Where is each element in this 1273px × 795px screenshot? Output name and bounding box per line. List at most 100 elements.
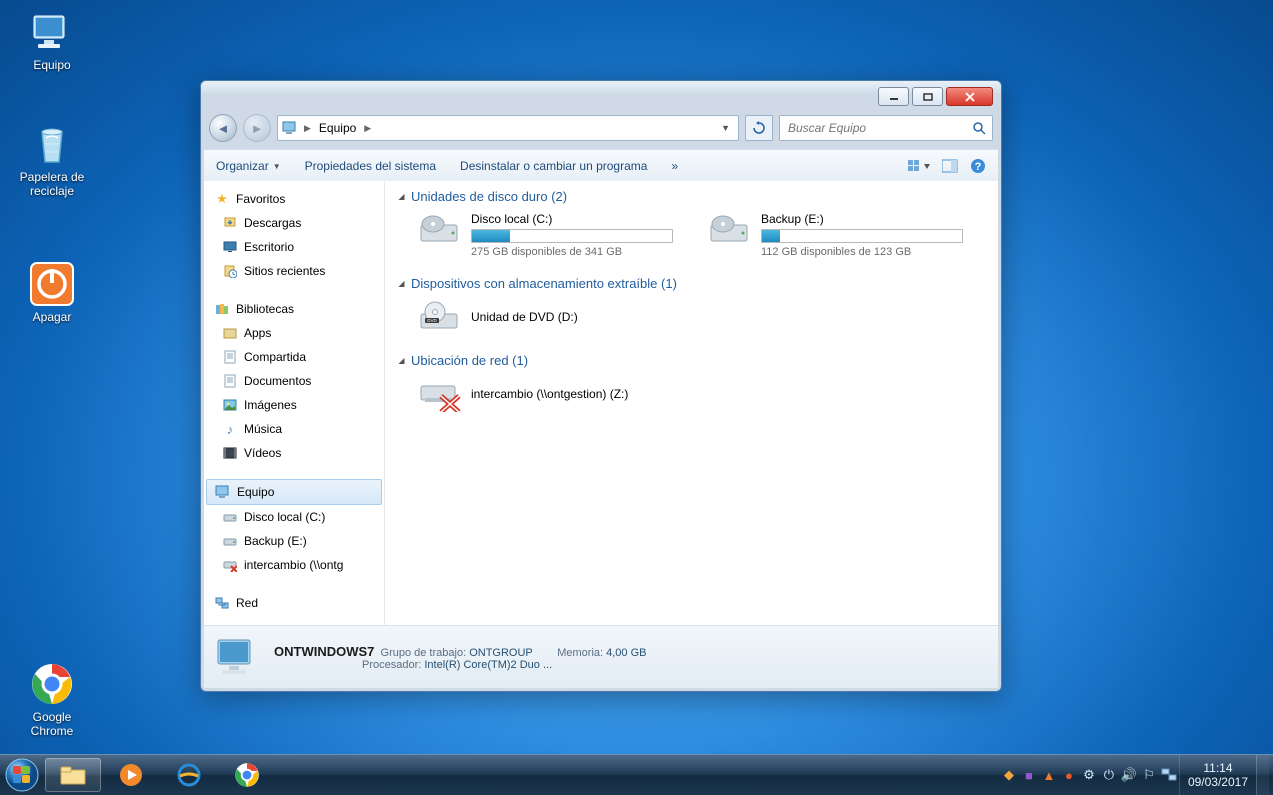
taskbar-clock[interactable]: 11:14 09/03/2017 bbox=[1179, 755, 1256, 795]
tray-icon[interactable]: ⚙ bbox=[1080, 766, 1098, 784]
tray-icon[interactable]: ▲ bbox=[1040, 766, 1058, 784]
svg-text:?: ? bbox=[975, 161, 982, 173]
category-hdd-header[interactable]: ◢Unidades de disco duro (2) bbox=[397, 189, 986, 204]
system-tray: ◆ ■ ▲ ● ⚙ ⏻ 🔊 ⚐ 11:14 09/03/2017 bbox=[995, 755, 1273, 795]
network-drive-disconnected-icon bbox=[222, 557, 238, 573]
sidebar-item-videos[interactable]: Vídeos bbox=[204, 441, 384, 465]
shutdown-icon bbox=[28, 260, 76, 308]
address-bar[interactable]: ▶ Equipo ▶ ▼ bbox=[277, 115, 739, 141]
clock-date: 09/03/2017 bbox=[1188, 775, 1248, 789]
computer-name: ONTWINDOWS7 bbox=[274, 644, 374, 659]
sidebar-item-drive-c[interactable]: Disco local (C:) bbox=[204, 505, 384, 529]
nav-back-button[interactable]: ◄ bbox=[209, 114, 237, 142]
desktop-icon-chrome[interactable]: Google Chrome bbox=[14, 660, 90, 738]
memory-value: 4,00 GB bbox=[606, 647, 646, 659]
tray-volume-icon[interactable]: 🔊 bbox=[1120, 766, 1138, 784]
sidebar-item-shared[interactable]: Compartida bbox=[204, 345, 384, 369]
taskbar: ◆ ■ ▲ ● ⚙ ⏻ 🔊 ⚐ 11:14 09/03/2017 bbox=[0, 754, 1273, 795]
sidebar-item-downloads[interactable]: Descargas bbox=[204, 211, 384, 235]
taskbar-mediaplayer-button[interactable] bbox=[103, 758, 159, 792]
sidebar-favorites-header[interactable]: ★Favoritos bbox=[204, 187, 384, 211]
navigation-pane: ★Favoritos Descargas Escritorio Sitios r… bbox=[204, 181, 385, 633]
refresh-button[interactable] bbox=[745, 115, 773, 141]
clock-time: 11:14 bbox=[1203, 761, 1232, 775]
desktop-icon-computer[interactable]: Equipo bbox=[14, 8, 90, 72]
drive-item-dvd[interactable]: DVD Unidad de DVD (D:) bbox=[397, 299, 986, 335]
sidebar-item-recent[interactable]: Sitios recientes bbox=[204, 259, 384, 283]
help-button[interactable]: ? bbox=[970, 158, 986, 174]
tray-icon[interactable]: ◆ bbox=[1000, 766, 1018, 784]
libraries-icon bbox=[214, 301, 230, 317]
collapse-triangle-icon: ◢ bbox=[397, 279, 406, 288]
search-icon bbox=[972, 121, 986, 135]
close-button[interactable] bbox=[946, 87, 993, 106]
nav-forward-button[interactable]: ► bbox=[243, 114, 271, 142]
tray-icon[interactable]: ■ bbox=[1020, 766, 1038, 784]
maximize-button[interactable] bbox=[912, 87, 943, 106]
address-dropdown-icon[interactable]: ▼ bbox=[717, 123, 734, 133]
toolbar-uninstall-program[interactable]: Desinstalar o cambiar un programa bbox=[460, 159, 647, 173]
taskbar-ie-button[interactable] bbox=[161, 758, 217, 792]
preview-pane-button[interactable] bbox=[942, 159, 958, 173]
taskbar-chrome-button[interactable] bbox=[219, 758, 275, 792]
hdd-large-icon bbox=[709, 212, 751, 248]
svg-text:DVD: DVD bbox=[427, 318, 437, 323]
apps-icon bbox=[222, 325, 238, 341]
sidebar-computer-header[interactable]: Equipo bbox=[206, 479, 382, 505]
search-box[interactable] bbox=[779, 115, 993, 141]
drive-free-text: 275 GB disponibles de 341 GB bbox=[471, 246, 679, 258]
drive-name: Disco local (C:) bbox=[471, 212, 679, 226]
start-button[interactable] bbox=[0, 755, 44, 795]
drive-free-text: 112 GB disponibles de 123 GB bbox=[761, 246, 969, 258]
content-pane: ◢Unidades de disco duro (2) Disco local … bbox=[385, 181, 998, 633]
dvd-drive-icon: DVD bbox=[419, 299, 461, 335]
show-desktop-button[interactable] bbox=[1256, 755, 1269, 795]
cpu-value: Intel(R) Core(TM)2 Duo ... bbox=[424, 659, 552, 671]
recycle-bin-icon bbox=[28, 120, 76, 168]
drive-item-e[interactable]: Backup (E:) 112 GB disponibles de 123 GB bbox=[709, 212, 969, 258]
sidebar-item-music[interactable]: ♪Música bbox=[204, 417, 384, 441]
minimize-button[interactable] bbox=[878, 87, 909, 106]
computer-small-icon bbox=[215, 484, 231, 500]
breadcrumb-item[interactable]: Equipo bbox=[313, 116, 362, 140]
video-icon bbox=[222, 445, 238, 461]
search-input[interactable] bbox=[786, 120, 950, 136]
view-options-button[interactable] bbox=[908, 159, 930, 173]
tray-icon[interactable]: ● bbox=[1060, 766, 1078, 784]
network-location-item[interactable]: intercambio (\\ontgestion) (Z:) bbox=[397, 376, 986, 412]
collapse-triangle-icon: ◢ bbox=[397, 356, 406, 365]
category-network-header[interactable]: ◢Ubicación de red (1) bbox=[397, 353, 986, 368]
sidebar-item-desktop[interactable]: Escritorio bbox=[204, 235, 384, 259]
toolbar-more[interactable]: » bbox=[671, 159, 678, 173]
toolbar: Organizar ▼ Propiedades del sistema Desi… bbox=[204, 149, 998, 183]
taskbar-explorer-button[interactable] bbox=[45, 758, 101, 792]
star-icon: ★ bbox=[214, 191, 230, 207]
desktop-icon-label: Equipo bbox=[14, 58, 90, 72]
desktop-icon-label: Apagar bbox=[14, 310, 90, 324]
sidebar-item-drive-z[interactable]: intercambio (\\ontg bbox=[204, 553, 384, 577]
drive-item-c[interactable]: Disco local (C:) 275 GB disponibles de 3… bbox=[419, 212, 679, 258]
sidebar-item-drive-e[interactable]: Backup (E:) bbox=[204, 529, 384, 553]
details-pane: ONTWINDOWS7 Grupo de trabajo: ONTGROUP M… bbox=[204, 625, 998, 688]
desktop-icon-recycle-bin[interactable]: Papelera de reciclaje bbox=[14, 120, 90, 198]
network-location-name: intercambio (\\ontgestion) (Z:) bbox=[471, 387, 628, 401]
tray-power-icon[interactable]: ⏻ bbox=[1100, 766, 1118, 784]
toolbar-system-properties[interactable]: Propiedades del sistema bbox=[305, 159, 436, 173]
tray-flag-icon[interactable]: ⚐ bbox=[1140, 766, 1158, 784]
sidebar-libraries-header[interactable]: Bibliotecas bbox=[204, 297, 384, 321]
network-icon bbox=[214, 595, 230, 611]
drive-usage-bar bbox=[471, 229, 673, 243]
sidebar-item-documents[interactable]: Documentos bbox=[204, 369, 384, 393]
hdd-icon bbox=[222, 533, 238, 549]
toolbar-organize[interactable]: Organizar ▼ bbox=[216, 159, 281, 173]
sidebar-network-header[interactable]: Red bbox=[204, 591, 384, 615]
document-icon bbox=[222, 349, 238, 365]
chrome-icon bbox=[28, 660, 76, 708]
desktop-icon-shutdown[interactable]: Apagar bbox=[14, 260, 90, 324]
tray-network-icon[interactable] bbox=[1160, 766, 1178, 784]
downloads-icon bbox=[222, 215, 238, 231]
sidebar-item-apps[interactable]: Apps bbox=[204, 321, 384, 345]
sidebar-item-pictures[interactable]: Imágenes bbox=[204, 393, 384, 417]
hdd-large-icon bbox=[419, 212, 461, 248]
category-removable-header[interactable]: ◢Dispositivos con almacenamiento extraíb… bbox=[397, 276, 986, 291]
